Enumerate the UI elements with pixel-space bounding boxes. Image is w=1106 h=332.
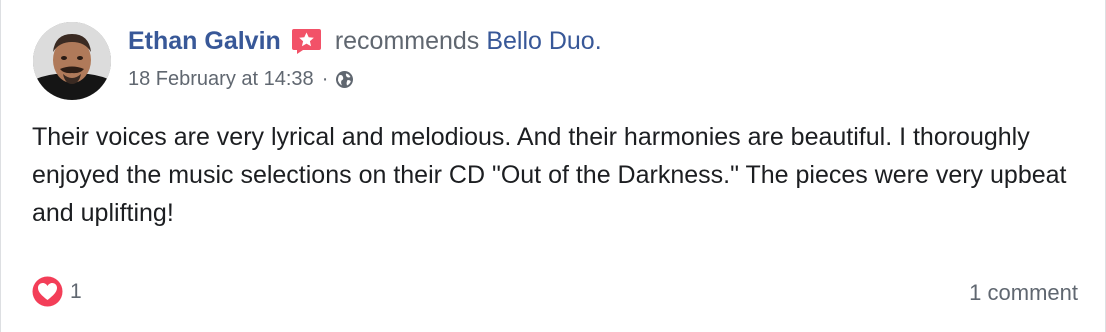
- author-name-link[interactable]: Ethan Galvin: [128, 27, 281, 56]
- globe-icon[interactable]: [335, 70, 354, 89]
- reactions-summary[interactable]: 1: [32, 276, 82, 307]
- comments-count-link[interactable]: 1 comment: [969, 280, 1078, 306]
- post-header: Ethan Galvin recommends Bello Duo.: [128, 27, 602, 56]
- author-avatar[interactable]: [33, 22, 111, 100]
- meta-separator: ·: [321, 68, 329, 90]
- review-post-card: Ethan Galvin recommends Bello Duo. 18 Fe…: [0, 0, 1106, 332]
- recommends-text: recommends: [334, 27, 480, 55]
- post-body-text: Their voices are very lyrical and melodi…: [32, 123, 1067, 227]
- avatar-image: [33, 22, 111, 100]
- page-name-link[interactable]: Bello Duo.: [486, 27, 601, 56]
- recommend-star-icon: [291, 28, 322, 55]
- post-meta: 18 February at 14:38 ·: [128, 68, 354, 91]
- post-timestamp-link[interactable]: 18 February at 14:38: [128, 68, 314, 91]
- reaction-count: 1: [70, 279, 82, 303]
- heart-reaction-icon: [32, 276, 63, 307]
